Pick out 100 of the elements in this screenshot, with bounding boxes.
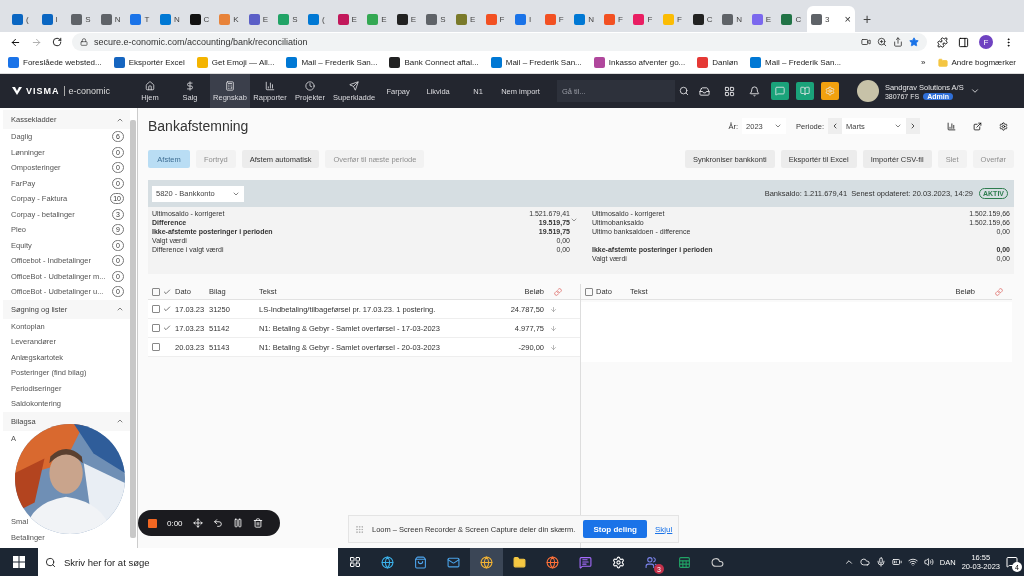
external-link-icon[interactable] [972, 121, 982, 131]
globe-icon[interactable] [546, 555, 559, 569]
folder-icon[interactable] [513, 555, 526, 569]
settings-icon[interactable] [998, 121, 1008, 131]
side-panel-icon[interactable] [958, 36, 969, 48]
record-button[interactable] [148, 518, 157, 528]
browser-tab[interactable]: 3 × [807, 6, 856, 32]
grid-icon[interactable] [724, 85, 736, 97]
browser-tab[interactable]: ( [303, 6, 334, 32]
browser-tab[interactable]: S [67, 6, 97, 32]
windows-icon[interactable] [13, 556, 25, 568]
book-icon [799, 86, 810, 96]
share-icon[interactable] [893, 37, 903, 47]
browser-tab[interactable]: F [540, 6, 571, 32]
hide-link[interactable]: Skjul [655, 524, 673, 534]
browser-tab[interactable]: N [155, 6, 186, 32]
bookmark[interactable]: Bank Connect aftal... [389, 57, 479, 68]
browser-tab[interactable]: F [599, 6, 630, 32]
bookmark[interactable]: Danløn [697, 57, 739, 68]
search-icon[interactable] [44, 556, 56, 568]
bookmark[interactable]: Foreslåede websted... [8, 57, 102, 68]
expand-icon[interactable] [570, 216, 578, 224]
chart-icon[interactable] [946, 121, 956, 131]
folder-icon [937, 57, 948, 68]
browser-tab[interactable]: C [688, 6, 719, 32]
puzzle-icon[interactable] [937, 36, 948, 48]
battery-icon[interactable] [891, 557, 902, 567]
browser-tab[interactable]: S [422, 6, 452, 32]
scrollbar[interactable] [130, 120, 136, 538]
notification-icon[interactable] [1006, 556, 1018, 568]
star-icon[interactable] [909, 37, 919, 47]
bookmark[interactable]: Get Emoji — All... [196, 57, 275, 68]
speaker-icon[interactable] [923, 557, 934, 567]
camera-icon[interactable] [861, 37, 871, 47]
browser-tab[interactable]: T [126, 6, 156, 32]
undo-icon[interactable] [212, 518, 223, 528]
spreadsheet-icon[interactable] [678, 555, 691, 569]
chat-button[interactable] [770, 82, 789, 100]
settings-button[interactable] [820, 82, 839, 100]
wifi-icon[interactable] [907, 557, 918, 567]
browser-tab[interactable]: E [363, 6, 393, 32]
row-checkbox[interactable] [152, 324, 160, 332]
globe-icon[interactable] [381, 555, 394, 569]
back-icon[interactable] [10, 36, 21, 48]
browser-tab[interactable]: N [96, 6, 127, 32]
envelope-icon[interactable] [447, 555, 460, 569]
browser-tab[interactable]: F [629, 6, 660, 32]
browser-tab[interactable]: N [570, 6, 600, 32]
browser-tab[interactable]: N [718, 6, 748, 32]
select-all-checkbox[interactable] [152, 287, 160, 296]
browser-tab[interactable]: E [747, 6, 778, 32]
browser-tab[interactable]: E [244, 6, 275, 32]
reload-icon[interactable] [52, 37, 62, 47]
browser-tab[interactable]: C [185, 6, 216, 32]
microphone-icon[interactable] [875, 557, 886, 567]
gear-icon[interactable] [612, 555, 625, 569]
globe-icon[interactable] [480, 555, 493, 569]
browser-tab[interactable]: E [451, 6, 482, 32]
bag-icon[interactable] [414, 555, 427, 569]
caret-icon[interactable] [969, 86, 980, 96]
browser-tab[interactable]: C [777, 6, 808, 32]
zoom-icon[interactable] [877, 37, 887, 47]
bookmark-folder[interactable]: Andre bogmærker [937, 57, 1016, 68]
move-icon[interactable] [192, 518, 203, 528]
chevron-icon[interactable] [843, 557, 854, 567]
cloud-icon[interactable] [859, 557, 870, 567]
people-icon[interactable] [645, 555, 658, 569]
browser-tab[interactable]: l [37, 6, 68, 32]
row-checkbox[interactable] [152, 305, 160, 313]
cloud-icon[interactable] [711, 555, 724, 569]
trash-icon[interactable] [252, 518, 263, 528]
bell-icon[interactable] [749, 85, 761, 97]
bookmark[interactable]: Mail – Frederik San... [286, 57, 378, 68]
inbox-icon[interactable] [699, 85, 711, 97]
bookmark[interactable]: Mail – Frederik San... [750, 57, 842, 68]
browser-tab[interactable]: K [215, 6, 245, 32]
more-bookmarks[interactable]: » [921, 58, 926, 67]
task-view-icon[interactable] [348, 556, 361, 568]
pause-icon[interactable] [232, 518, 243, 528]
browser-tab[interactable]: I [511, 6, 541, 32]
search-icon[interactable] [678, 86, 689, 96]
new-tab-button[interactable]: + [855, 6, 880, 32]
taskbar-search[interactable]: Skriv her for at søge [62, 548, 338, 576]
profile-avatar[interactable]: F [979, 35, 993, 49]
bookmark[interactable]: Mail – Frederik San... [490, 57, 582, 68]
browser-tab[interactable]: S [274, 6, 304, 32]
select-all-checkbox[interactable] [585, 287, 593, 296]
browser-tab[interactable]: E [333, 6, 364, 32]
chat-icon[interactable] [579, 555, 592, 569]
bookmark[interactable]: Eksportér Excel [113, 57, 185, 68]
row-checkbox[interactable] [152, 343, 160, 351]
book-button[interactable] [795, 82, 814, 100]
browser-tab[interactable]: F [481, 6, 512, 32]
browser-tab[interactable]: E [392, 6, 423, 32]
address-bar[interactable]: secure.e-conomic.com/accounting/bank/reconciliation [72, 33, 927, 51]
browser-tab[interactable]: ( [8, 6, 38, 32]
bookmark[interactable]: Inkasso afventer go... [593, 57, 686, 68]
close-icon[interactable]: × [844, 13, 852, 25]
browser-tab[interactable]: F [659, 6, 689, 32]
stop-sharing-button[interactable]: Stop deling [583, 520, 647, 538]
